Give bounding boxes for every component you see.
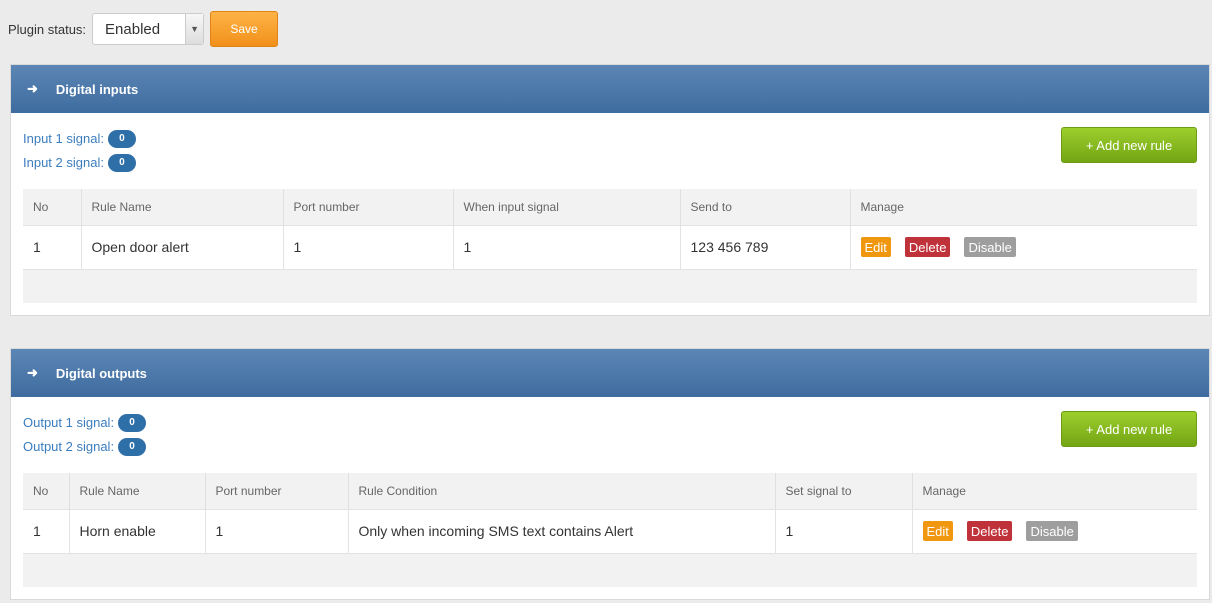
panel-title: Digital outputs	[55, 365, 147, 381]
delete-button[interactable]: Delete	[966, 521, 1013, 541]
save-button[interactable]: Save	[210, 11, 279, 47]
cell-port: 1	[205, 508, 349, 553]
signal-badge: 0	[107, 154, 136, 172]
add-input-rule-button[interactable]: + Add new rule	[1061, 127, 1197, 163]
table-footer-row	[23, 268, 1197, 303]
col-rule-name: Rule Name	[69, 473, 206, 509]
table-footer-row	[23, 552, 1197, 587]
col-port-number: Port number	[283, 189, 454, 225]
col-no: No	[23, 189, 82, 225]
signal-badge: 0	[107, 130, 136, 148]
disable-button[interactable]: Disable	[1026, 521, 1078, 541]
col-no: No	[23, 473, 70, 509]
cell-set-signal: 1	[775, 508, 913, 553]
table-row: 1 Open door alert 1 1 123 456 789 Edit De…	[23, 224, 1197, 269]
cell-rule-name: Horn enable	[69, 508, 206, 553]
signal-badge: 0	[118, 438, 147, 456]
signal-label: Output 2 signal:	[23, 439, 115, 454]
signal-label: Output 1 signal:	[23, 415, 115, 430]
col-condition: When input signal	[453, 189, 681, 225]
cell-condition: 1	[453, 224, 681, 269]
edit-button[interactable]: Edit	[922, 521, 953, 541]
arrow-right-icon: ➜	[27, 365, 38, 380]
col-manage: Manage	[850, 189, 1197, 225]
output-1-signal[interactable]: Output 1 signal: 0	[23, 411, 1197, 435]
cell-manage: Edit Delete Disable	[850, 224, 1197, 269]
plugin-status-select[interactable]: Enabled ▼	[92, 13, 205, 45]
disable-button[interactable]: Disable	[964, 237, 1016, 257]
table-row: 1 Horn enable 1 Only when incoming SMS t…	[23, 508, 1197, 553]
signal-badge: 0	[118, 414, 147, 432]
edit-button[interactable]: Edit	[860, 237, 891, 257]
plugin-status-value: Enabled	[105, 20, 161, 38]
col-rule-name: Rule Name	[81, 189, 284, 225]
output-rules-table: No Rule Name Port number Rule Condition …	[23, 473, 1197, 587]
cell-manage: Edit Delete Disable	[912, 508, 1197, 553]
digital-outputs-panel: ➜ Digital outputs Output 1 signal: 0 Out…	[10, 348, 1210, 600]
cell-send-to: 123 456 789	[680, 224, 851, 269]
col-port-number: Port number	[205, 473, 349, 509]
cell-port: 1	[283, 224, 454, 269]
digital-inputs-header: ➜ Digital inputs	[11, 65, 1209, 113]
signal-label: Input 2 signal:	[23, 155, 104, 170]
panel-title: Digital inputs	[55, 81, 139, 97]
plugin-status-bar: Plugin status: Enabled ▼ Save	[8, 10, 279, 48]
digital-outputs-header: ➜ Digital outputs	[11, 349, 1209, 397]
col-condition: Rule Condition	[348, 473, 776, 509]
col-manage: Manage	[912, 473, 1197, 509]
digital-inputs-panel: ➜ Digital inputs Input 1 signal: 0 Input…	[10, 64, 1210, 316]
chevron-down-icon[interactable]: ▼	[185, 14, 204, 44]
delete-button[interactable]: Delete	[904, 237, 951, 257]
add-output-rule-button[interactable]: + Add new rule	[1061, 411, 1197, 447]
input-2-signal[interactable]: Input 2 signal: 0	[23, 151, 1197, 175]
plugin-status-label: Plugin status:	[8, 21, 87, 37]
arrow-right-icon: ➜	[27, 81, 38, 96]
cell-rule-name: Open door alert	[81, 224, 284, 269]
cell-no: 1	[23, 508, 70, 553]
signal-label: Input 1 signal:	[23, 131, 104, 146]
cell-no: 1	[23, 224, 82, 269]
cell-condition: Only when incoming SMS text contains Ale…	[348, 508, 776, 553]
col-send-to: Send to	[680, 189, 851, 225]
input-1-signal[interactable]: Input 1 signal: 0	[23, 127, 1197, 151]
input-rules-table: No Rule Name Port number When input sign…	[23, 189, 1197, 303]
col-set-signal: Set signal to	[775, 473, 913, 509]
output-2-signal[interactable]: Output 2 signal: 0	[23, 435, 1197, 459]
